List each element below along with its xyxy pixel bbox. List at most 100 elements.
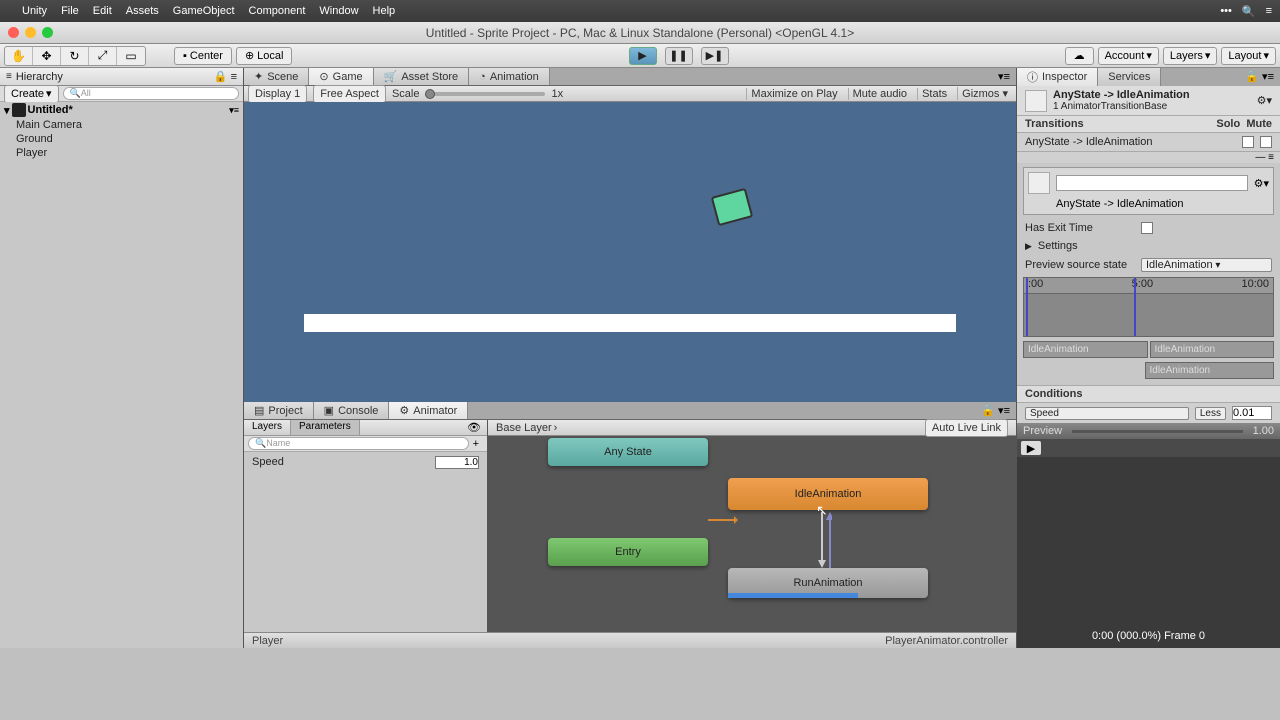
unity-logo-icon [12,103,26,117]
rect-tool-icon[interactable]: ▭ [117,47,145,65]
play-button[interactable]: ▶ [629,47,657,65]
folder-icon: ▤ [254,404,264,417]
hierarchy-tab[interactable]: ≡Hierarchy🔒 ≡ [0,68,243,86]
layers-tab[interactable]: Layers [244,420,291,435]
display-dropdown[interactable]: Display 1 [248,85,307,103]
mute-checkbox[interactable] [1260,136,1272,148]
tab-services[interactable]: Services [1098,68,1161,86]
tab-scene[interactable]: ✦Scene [244,68,309,85]
node-run-animation[interactable]: RunAnimation [728,568,928,598]
preview-frame-text: 0:00 (000.0%) Frame 0 [1092,630,1205,642]
animation-icon: ◔ [479,71,486,83]
menu-edit[interactable]: Edit [93,5,112,17]
clip-idle-1[interactable]: IdleAnimation [1023,341,1148,358]
node-idle-animation[interactable]: IdleAnimation [728,478,928,510]
param-search[interactable]: 🔍Name [248,437,469,450]
hand-tool-icon[interactable]: ✋ [5,47,33,65]
menu-file[interactable]: File [61,5,79,17]
hierarchy-item[interactable]: Main Camera [0,118,243,132]
panel-menu-icon[interactable]: 🔒 ▾≡ [975,402,1016,419]
maximize-icon[interactable] [42,27,53,38]
create-dropdown[interactable]: Create ▾ [4,85,59,103]
animator-graph[interactable]: Base Layer› Auto Live Link Any State Idl… [488,420,1016,632]
mute-audio[interactable]: Mute audio [848,88,911,100]
layers-dropdown[interactable]: Layers▾ [1163,47,1218,65]
minimize-icon[interactable] [25,27,36,38]
tab-inspector[interactable]: ⓘInspector [1017,68,1098,86]
tab-animator[interactable]: ⚙Animator [389,402,468,419]
menu-window[interactable]: Window [319,5,358,17]
condition-param[interactable]: Speed [1025,407,1189,420]
add-param-button[interactable]: + [469,438,483,450]
gear-icon[interactable]: ⚙▾ [1257,94,1272,107]
hierarchy-search[interactable]: 🔍All [63,87,239,100]
scale-value: 1x [551,88,563,100]
menu-component[interactable]: Component [249,5,306,17]
rotate-tool-icon[interactable]: ↻ [61,47,89,65]
panel-menu-icon[interactable]: ▾≡ [992,68,1016,85]
scale-slider[interactable] [425,92,545,96]
preview-play-button[interactable]: ▶ [1021,441,1041,455]
account-dropdown[interactable]: Account▾ [1098,47,1159,65]
clip-idle-2[interactable]: IdleAnimation [1150,341,1275,358]
transition-name-input[interactable] [1056,175,1248,191]
gear-icon[interactable]: ⚙▾ [1254,177,1269,190]
gizmos-dropdown[interactable]: Gizmos ▾ [957,87,1012,100]
tab-asset-store[interactable]: 🛒Asset Store [374,68,470,85]
cloud-button[interactable]: ☁ [1065,47,1094,65]
pause-button[interactable]: ❚❚ [665,47,693,65]
clip-idle-3[interactable]: IdleAnimation [1145,362,1275,379]
menu-help[interactable]: Help [373,5,396,17]
condition-op[interactable]: Less [1195,407,1226,420]
close-icon[interactable] [8,27,19,38]
maximize-on-play[interactable]: Maximize on Play [746,88,841,100]
tab-console[interactable]: ▣Console [314,402,390,419]
menu-unity[interactable]: Unity [22,5,47,17]
eye-icon[interactable]: 👁 [461,420,487,435]
panel-menu-icon[interactable]: 🔒 ▾≡ [1239,68,1280,86]
tab-animation[interactable]: ◔Animation [469,68,550,85]
tab-project[interactable]: ▤Project [244,402,314,419]
param-speed[interactable]: Speed [246,454,485,471]
move-tool-icon[interactable]: ✥ [33,47,61,65]
scale-tool-icon[interactable]: ⤢ [89,47,117,65]
menu-assets[interactable]: Assets [126,5,159,17]
breadcrumb-base-layer[interactable]: Base Layer [496,422,552,434]
player-sprite [714,192,784,252]
layout-dropdown[interactable]: Layout▾ [1221,47,1276,65]
animator-icon: ⚙ [399,404,409,417]
menu-extra-icon[interactable]: ••• [1220,5,1232,18]
pivot-center-button[interactable]: ▪Center [174,47,232,65]
hierarchy-list[interactable]: ▾Untitled*▾≡ Main Camera Ground Player [0,102,243,648]
window-titlebar: Untitled - Sprite Project - PC, Mac & Li… [0,22,1280,44]
solo-checkbox[interactable] [1242,136,1254,148]
cursor-icon: ↖ [816,502,828,519]
param-speed-value[interactable] [435,456,479,469]
hierarchy-item[interactable]: Player [0,146,243,160]
condition-value[interactable] [1232,406,1272,420]
auto-live-link[interactable]: Auto Live Link [925,419,1008,437]
aspect-dropdown[interactable]: Free Aspect [313,85,386,103]
transition-list-item[interactable]: AnyState -> IdleAnimation [1025,136,1236,148]
exit-time-checkbox[interactable] [1141,222,1153,234]
hierarchy-item[interactable]: Ground [0,132,243,146]
pivot-local-button[interactable]: ⊕Local [236,47,293,65]
scale-label: Scale [392,88,420,100]
node-entry[interactable]: Entry [548,538,708,566]
scene-root[interactable]: ▾Untitled*▾≡ [0,102,243,118]
preview-source-dropdown[interactable]: IdleAnimation ▾ [1141,258,1272,272]
stats-button[interactable]: Stats [917,88,951,100]
tab-game[interactable]: ⊙Game [309,68,373,85]
step-button[interactable]: ▶❚ [701,47,729,65]
preview-viewport[interactable]: 0:00 (000.0%) Frame 0 [1017,457,1280,648]
node-any-state[interactable]: Any State [548,438,708,466]
preview-slider[interactable] [1072,430,1242,433]
menu-extra-icon2[interactable]: ≡ [1266,5,1272,18]
transition-timeline[interactable]: :005:0010:00 [1023,277,1274,337]
list-footer[interactable]: — ≡ [1017,151,1280,163]
settings-foldout[interactable]: Settings [1038,240,1078,252]
menu-gameobject[interactable]: GameObject [173,5,235,17]
search-icon[interactable]: 🔍 [1242,5,1256,18]
window-title: Untitled - Sprite Project - PC, Mac & Li… [426,26,854,40]
parameters-tab[interactable]: Parameters [291,420,360,435]
